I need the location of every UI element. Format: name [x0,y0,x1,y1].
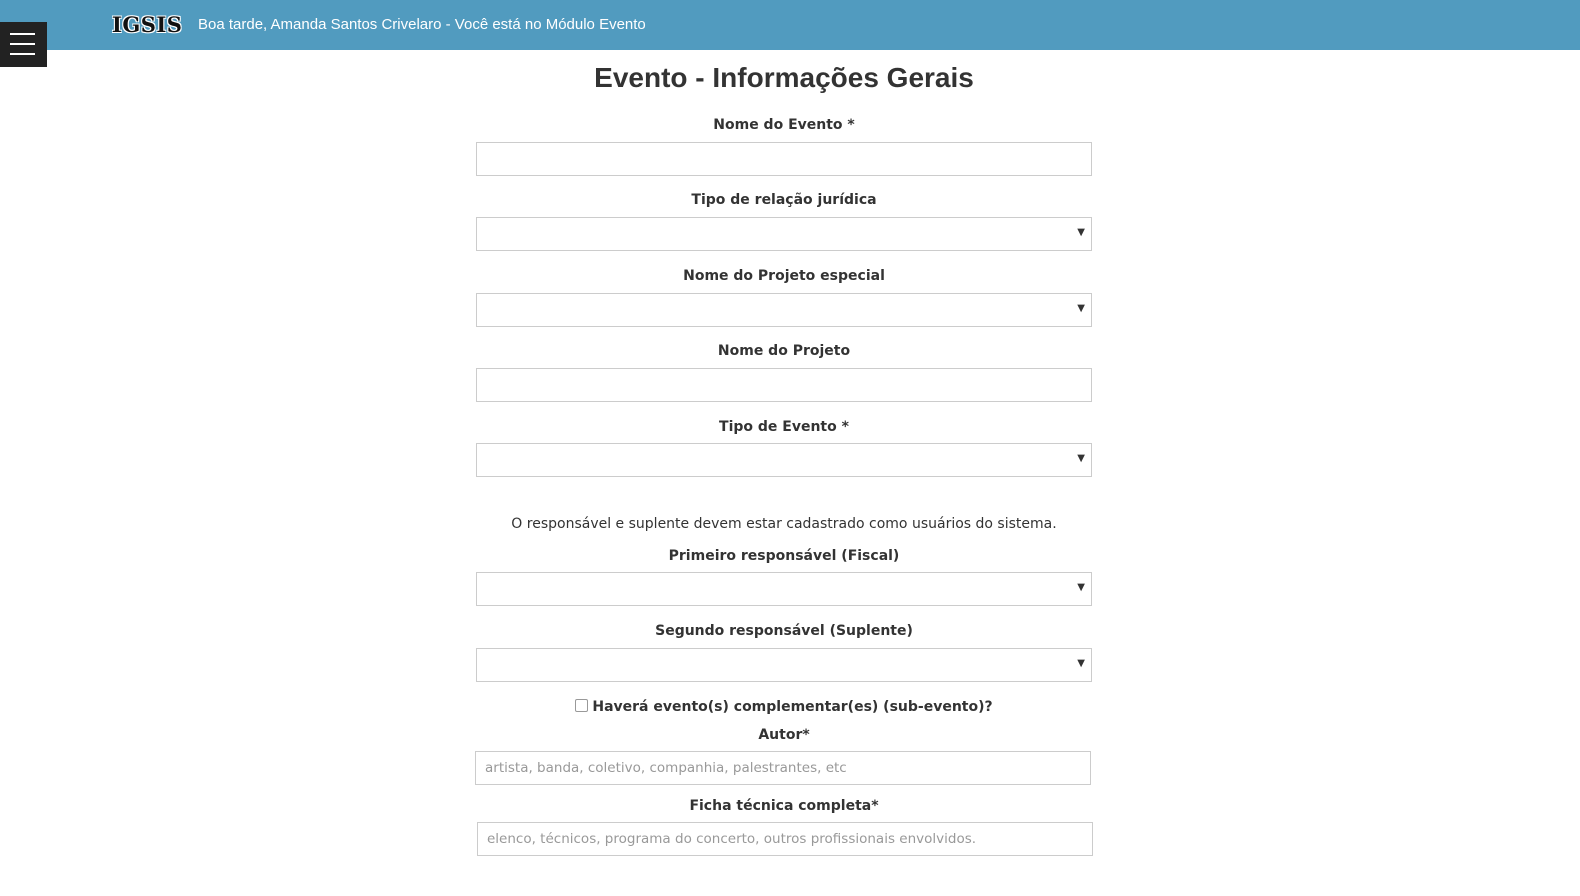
dropdown-arrow-icon: ▼ [1077,303,1085,314]
nome-projeto-label: Nome do Projeto [717,343,851,359]
top-bar: IGSIS Boa tarde, Amanda Santos Crivelaro… [0,0,1580,50]
ficha-tecnica-input[interactable] [477,822,1093,856]
igsis-logo[interactable]: IGSIS [112,12,182,37]
subevento-row: Haverá evento(s) complementar(es) (sub-e… [476,699,1092,715]
tipo-evento-label: Tipo de Evento * [719,419,849,435]
autor-input[interactable] [475,751,1091,785]
subevento-checkbox[interactable] [575,699,589,712]
tipo-relacao-select[interactable]: ▼ [476,217,1092,251]
page-title: Evento - Informações Gerais [594,62,974,93]
dropdown-arrow-icon: ▼ [1077,453,1085,464]
segundo-responsavel-select[interactable]: ▼ [476,648,1092,682]
tipo-relacao-label: Tipo de relação jurídica [691,192,877,208]
projeto-especial-select[interactable]: ▼ [476,293,1092,327]
nome-evento-label: Nome do Evento * [713,117,855,133]
primeiro-responsavel-label: Primeiro responsável (Fiscal) [668,548,900,564]
dropdown-arrow-icon: ▼ [1077,582,1085,593]
greeting-text: Boa tarde, Amanda Santos Crivelaro - Voc… [198,16,646,33]
segundo-responsavel-label: Segundo responsável (Suplente) [655,623,913,639]
hamburger-menu-icon[interactable] [0,22,47,67]
tipo-evento-select[interactable]: ▼ [476,443,1092,477]
autor-label: Autor* [758,727,810,743]
projeto-especial-label: Nome do Projeto especial [683,268,885,284]
dropdown-arrow-icon: ▼ [1077,658,1085,669]
subevento-label[interactable]: Haverá evento(s) complementar(es) (sub-e… [592,699,992,715]
primeiro-responsavel-select[interactable]: ▼ [476,572,1092,606]
ficha-tecnica-label: Ficha técnica completa* [689,798,879,814]
responsaveis-info-text: O responsável e suplente devem estar cad… [511,516,1057,532]
dropdown-arrow-icon: ▼ [1077,227,1085,238]
nome-projeto-input[interactable] [476,368,1092,402]
nome-evento-input[interactable] [476,142,1092,176]
